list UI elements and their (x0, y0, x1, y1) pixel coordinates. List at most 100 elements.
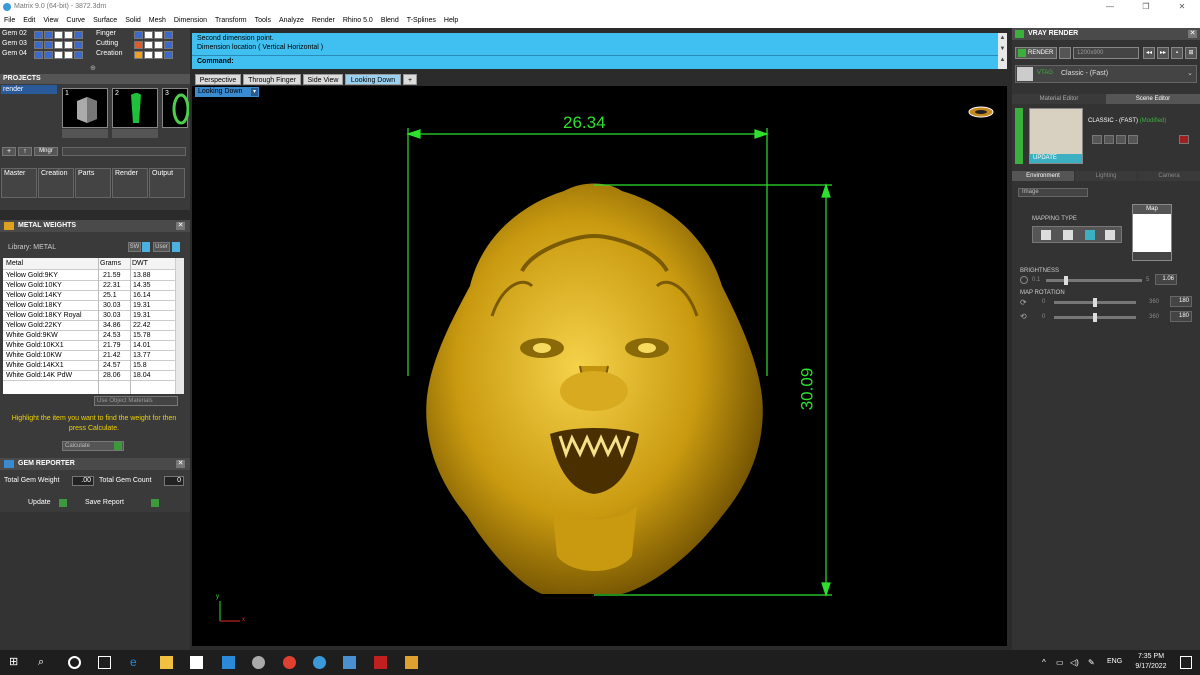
play-icon[interactable] (151, 499, 159, 507)
layer-color-swatch[interactable] (44, 41, 53, 49)
manager-button[interactable]: Mngr (34, 147, 58, 156)
close-panel-button[interactable]: ✕ (176, 222, 185, 230)
save-icon[interactable]: ▪ (1171, 47, 1183, 59)
lock-icon[interactable] (54, 41, 63, 49)
bulb-icon[interactable] (64, 31, 73, 39)
menu-surface[interactable]: Surface (89, 14, 121, 28)
tab-parts[interactable]: Parts (75, 168, 111, 198)
layer-label[interactable]: Gem 02 (2, 30, 27, 40)
layer-label[interactable]: Cutting (96, 40, 118, 50)
save-report-button[interactable]: Save Report (85, 499, 124, 506)
map-spherical-icon[interactable] (1085, 230, 1095, 240)
menu-analyze[interactable]: Analyze (275, 14, 308, 28)
sw-toggle[interactable] (142, 242, 150, 252)
cortana-icon[interactable] (68, 656, 81, 669)
lock-icon[interactable] (54, 51, 63, 59)
tab-lighting[interactable]: Lighting (1075, 171, 1137, 181)
tab-scene-editor[interactable]: Scene Editor (1106, 94, 1200, 104)
brightness-value[interactable]: 1.06 (1155, 274, 1177, 285)
bulb-icon[interactable] (64, 41, 73, 49)
use-object-materials-checkbox[interactable]: Use Object Materials (94, 396, 178, 406)
scene-action-icon[interactable] (1104, 135, 1114, 144)
network-icon[interactable]: ▭ (1056, 656, 1069, 669)
layer-label[interactable]: Finger (96, 30, 116, 40)
table-scrollbar[interactable] (175, 258, 184, 394)
layer-color-swatch[interactable] (164, 41, 173, 49)
tab-looking-down[interactable]: Looking Down (345, 74, 401, 85)
tab-through-finger[interactable]: Through Finger (243, 74, 301, 85)
clock-date[interactable]: 9/17/2022 (1130, 663, 1172, 670)
menu-edit[interactable]: Edit (19, 14, 39, 28)
bulb-icon[interactable] (154, 31, 163, 39)
store-icon[interactable] (190, 656, 203, 669)
side-toggle[interactable] (1015, 108, 1023, 164)
tab-perspective[interactable]: Perspective (195, 74, 241, 85)
add-tab-icon[interactable]: + (403, 74, 417, 85)
menu-solid[interactable]: Solid (121, 14, 145, 28)
layer-color-swatch[interactable] (134, 41, 143, 49)
project-scrollbar[interactable] (62, 147, 186, 156)
layer-label[interactable]: Gem 03 (2, 40, 27, 50)
map-plane-icon[interactable] (1041, 230, 1051, 240)
scene-action-icon[interactable] (1116, 135, 1126, 144)
table-row[interactable]: White Gold:9KW 24.53 15.78 (3, 331, 175, 341)
up-button[interactable]: ↑ (18, 147, 32, 156)
slider-thumb[interactable] (1064, 276, 1068, 285)
add-project-button[interactable]: + (2, 147, 16, 156)
layer-color-swatch[interactable] (164, 31, 173, 39)
layer-color-swatch[interactable] (134, 51, 143, 59)
grid-icon[interactable]: ⊞ (1185, 47, 1197, 59)
lock-icon[interactable] (144, 41, 153, 49)
layer-color-swatch[interactable] (74, 51, 83, 59)
tab-side-view[interactable]: Side View (303, 74, 343, 85)
layer-label[interactable]: Gem 04 (2, 50, 27, 60)
preset-dropdown[interactable]: VTAG Classic - (Fast) ⌄ (1015, 65, 1197, 83)
map-preview[interactable]: Map (1132, 204, 1172, 261)
map-controls[interactable] (1133, 252, 1171, 260)
rotation2-slider[interactable] (1054, 313, 1136, 322)
map-cylinder-icon[interactable] (1105, 230, 1115, 240)
rotation2-value[interactable]: 180 (1170, 311, 1192, 322)
layer-color-swatch[interactable] (44, 31, 53, 39)
render-button[interactable]: RENDER (1015, 47, 1057, 59)
scene-action-icon[interactable] (1128, 135, 1138, 144)
menu-mesh[interactable]: Mesh (145, 14, 170, 28)
menu-transform[interactable]: Transform (211, 14, 251, 28)
tab-material-editor[interactable]: Material Editor (1012, 94, 1106, 104)
language-indicator[interactable]: ENG (1107, 658, 1122, 665)
layer-color-swatch[interactable] (164, 51, 173, 59)
camera-icon[interactable] (1059, 47, 1071, 59)
menu-help[interactable]: Help (440, 14, 462, 28)
resolution-dropdown[interactable]: 1200x900 (1073, 47, 1139, 59)
slider-thumb[interactable] (1093, 298, 1097, 307)
table-row[interactable]: White Gold:14KX1 24.57 15.8 (3, 361, 175, 371)
command-input[interactable] (240, 57, 995, 67)
project-thumbnail[interactable]: 3 (162, 88, 190, 128)
tab-master[interactable]: Master (1, 168, 37, 198)
layer-color-swatch[interactable] (34, 41, 43, 49)
rotation1-slider[interactable] (1054, 298, 1136, 307)
viewport[interactable]: Looking Down ▾ 26.34 30.09 y x (192, 86, 1007, 646)
layer-color-swatch[interactable] (134, 31, 143, 39)
app-icon[interactable] (405, 656, 418, 669)
menu-rhino[interactable]: Rhino 5.0 (339, 14, 377, 28)
layer-color-swatch[interactable] (34, 31, 43, 39)
table-row[interactable]: Yellow Gold:18KY Royal 30.03 19.31 (3, 311, 175, 321)
matrix-icon[interactable] (313, 656, 326, 669)
table-row[interactable]: White Gold:10KW 21.42 13.77 (3, 351, 175, 361)
rotation1-value[interactable]: 180 (1170, 296, 1192, 307)
slider-thumb[interactable] (1093, 313, 1097, 322)
map-box-icon[interactable] (1063, 230, 1073, 240)
volume-icon[interactable]: ◁) (1070, 656, 1083, 669)
edge-icon[interactable]: e (130, 656, 143, 669)
windows-start-icon[interactable]: ⊞ (9, 656, 22, 669)
thumb-controls[interactable] (112, 129, 158, 138)
layer-color-swatch[interactable] (44, 51, 53, 59)
user-toggle[interactable] (172, 242, 180, 252)
mail-icon[interactable] (222, 656, 235, 669)
update-button[interactable]: Update (28, 499, 51, 506)
search-icon[interactable]: ⌕ (38, 656, 51, 669)
clock-time[interactable]: 7:35 PM (1133, 653, 1169, 660)
lock-icon[interactable] (144, 51, 153, 59)
reset-icon[interactable] (1179, 135, 1189, 144)
